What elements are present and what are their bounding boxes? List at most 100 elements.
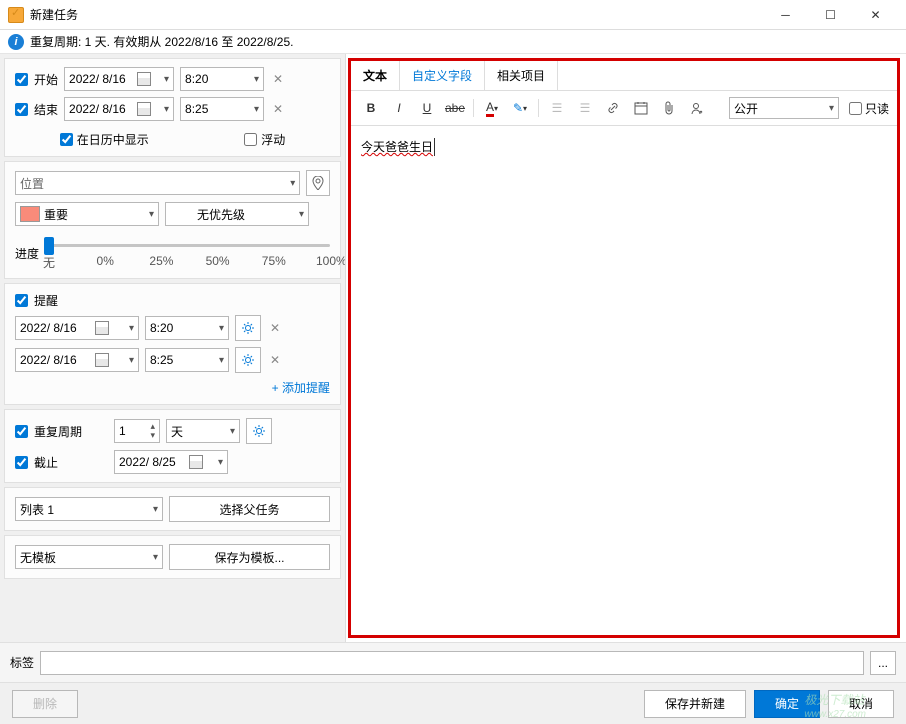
calendar-icon xyxy=(137,102,151,116)
deadline-date-field[interactable]: 2022/ 8/25 ▾ xyxy=(114,450,228,474)
clear-start-button[interactable]: ✕ xyxy=(270,71,286,87)
chevron-down-icon: ▾ xyxy=(829,103,834,114)
minimize-button[interactable]: ─ xyxy=(763,1,808,29)
chevron-down-icon: ▾ xyxy=(299,209,304,220)
italic-button[interactable]: I xyxy=(387,97,411,119)
deadline-label: 截止 xyxy=(34,454,108,471)
end-time-field[interactable]: 8:25 ▾ xyxy=(180,97,264,121)
recur-label: 重复周期 xyxy=(34,423,108,440)
reminder1-settings-button[interactable] xyxy=(235,315,261,341)
reminder2-date[interactable]: 2022/ 8/16 ▾ xyxy=(15,348,139,372)
underline-button[interactable]: U xyxy=(415,97,439,119)
start-label: 开始 xyxy=(34,71,58,88)
calendar-icon xyxy=(95,321,109,335)
reminder-checkbox[interactable] xyxy=(15,294,28,307)
category-swatch xyxy=(20,206,40,222)
reminder1-date[interactable]: 2022/ 8/16 ▾ xyxy=(15,316,139,340)
select-parent-button[interactable]: 选择父任务 xyxy=(169,496,330,522)
save-and-new-button[interactable]: 保存并新建 xyxy=(644,690,746,718)
delete-button[interactable]: 删除 xyxy=(12,690,78,718)
chevron-down-icon: ▾ xyxy=(129,355,134,366)
app-icon xyxy=(8,7,24,23)
section-recurrence: 重复周期 1 ▴▾ 天 ▾ 截止 2022/ 8/25 xyxy=(4,409,341,483)
contact-button[interactable] xyxy=(685,97,709,119)
priority-combo[interactable]: 无优先级 ▾ xyxy=(165,202,309,226)
bold-button[interactable]: B xyxy=(359,97,383,119)
start-time-field[interactable]: 8:20 ▾ xyxy=(180,67,264,91)
footer: 删除 保存并新建 确定 取消 极光下载站 www.x27.com xyxy=(0,682,906,724)
clear-end-button[interactable]: ✕ xyxy=(270,101,286,117)
gear-icon xyxy=(241,321,255,335)
maximize-button[interactable]: ☐ xyxy=(808,1,853,29)
attachment-button[interactable] xyxy=(657,97,681,119)
reminder1-time[interactable]: 8:20 ▾ xyxy=(145,316,229,340)
reminder2-remove[interactable]: ✕ xyxy=(267,352,283,368)
bullets-button[interactable]: ☰ xyxy=(545,97,569,119)
strikethrough-button[interactable]: abe xyxy=(443,97,467,119)
tags-label: 标签 xyxy=(10,654,34,671)
highlight-button[interactable]: ✎ ▾ xyxy=(508,97,532,119)
reminder2-time[interactable]: 8:25 ▾ xyxy=(145,348,229,372)
readonly-checkbox[interactable] xyxy=(849,102,862,115)
template-combo[interactable]: 无模板 ▾ xyxy=(15,545,163,569)
recur-settings-button[interactable] xyxy=(246,418,272,444)
calendar-icon xyxy=(189,455,203,469)
section-template: 无模板 ▾ 保存为模板... xyxy=(4,535,341,579)
reminder2-settings-button[interactable] xyxy=(235,347,261,373)
end-date-field[interactable]: 2022/ 8/16 ▾ xyxy=(64,97,174,121)
recur-count-field[interactable]: 1 ▴▾ xyxy=(114,419,160,443)
calendar-small-icon xyxy=(634,101,648,115)
info-text: 重复周期: 1 天. 有效期从 2022/8/16 至 2022/8/25. xyxy=(30,33,293,50)
editor-toolbar: B I U abe A ▾ ✎ ▾ ☰ ☰ 公开 ▾ xyxy=(351,91,897,126)
cancel-button[interactable]: 取消 xyxy=(828,690,894,718)
start-date-field[interactable]: 2022/ 8/16 ▾ xyxy=(64,67,174,91)
progress-slider[interactable]: 无 0% 25% 50% 75% 100% xyxy=(49,236,330,270)
editor-content: 今天爸爸生日 xyxy=(361,140,433,154)
editor-area[interactable]: 今天爸爸生日 xyxy=(351,126,897,635)
ok-button[interactable]: 确定 xyxy=(754,690,820,718)
chevron-down-icon: ▾ xyxy=(164,104,169,115)
slider-thumb[interactable] xyxy=(44,237,54,255)
numbering-button[interactable]: ☰ xyxy=(573,97,597,119)
chevron-down-icon: ▾ xyxy=(129,323,134,334)
chevron-down-icon: ▾ xyxy=(218,457,223,468)
close-button[interactable]: ✕ xyxy=(853,1,898,29)
font-color-button[interactable]: A ▾ xyxy=(480,97,504,119)
recur-unit-combo[interactable]: 天 ▾ xyxy=(166,419,240,443)
show-in-calendar-label: 在日历中显示 xyxy=(77,131,149,148)
link-button[interactable] xyxy=(601,97,625,119)
tab-custom-fields[interactable]: 自定义字段 xyxy=(400,61,485,90)
deadline-checkbox[interactable] xyxy=(15,456,28,469)
recur-checkbox[interactable] xyxy=(15,425,28,438)
chevron-down-icon: ▾ xyxy=(230,426,235,437)
progress-slider-row: 进度 无 0% 25% 50% 75% 100% xyxy=(15,232,330,270)
right-panel: 文本 自定义字段 相关项目 B I U abe A ▾ ✎ ▾ ☰ ☰ xyxy=(348,58,900,638)
location-pin-button[interactable] xyxy=(306,170,330,196)
category-combo[interactable]: 重要 ▾ xyxy=(15,202,159,226)
tab-text[interactable]: 文本 xyxy=(351,61,400,90)
info-bar: i 重复周期: 1 天. 有效期从 2022/8/16 至 2022/8/25. xyxy=(0,30,906,54)
save-template-button[interactable]: 保存为模板... xyxy=(169,544,330,570)
chevron-down-icon: ▾ xyxy=(153,504,158,515)
tags-more-button[interactable]: ... xyxy=(870,651,896,675)
section-list: 列表 1 ▾ 选择父任务 xyxy=(4,487,341,531)
add-reminder-link[interactable]: + 添加提醒 xyxy=(15,379,330,396)
visibility-combo[interactable]: 公开 ▾ xyxy=(729,97,839,119)
tab-related[interactable]: 相关项目 xyxy=(485,61,558,90)
chevron-down-icon: ▾ xyxy=(164,74,169,85)
tag-bar: 标签 ... xyxy=(0,642,906,682)
location-combo[interactable]: 位置 ▾ xyxy=(15,171,300,195)
show-in-calendar-checkbox[interactable] xyxy=(60,133,73,146)
list-combo[interactable]: 列表 1 ▾ xyxy=(15,497,163,521)
date-button[interactable] xyxy=(629,97,653,119)
tags-input[interactable] xyxy=(40,651,864,675)
reminder1-remove[interactable]: ✕ xyxy=(267,320,283,336)
chevron-down-icon: ▾ xyxy=(254,104,259,115)
floating-checkbox[interactable] xyxy=(244,133,257,146)
window-title: 新建任务 xyxy=(30,6,763,23)
start-checkbox[interactable] xyxy=(15,73,28,86)
chevron-down-icon: ▾ xyxy=(254,74,259,85)
chevron-down-icon: ▾ xyxy=(219,355,224,366)
gear-icon xyxy=(252,424,266,438)
end-checkbox[interactable] xyxy=(15,103,28,116)
